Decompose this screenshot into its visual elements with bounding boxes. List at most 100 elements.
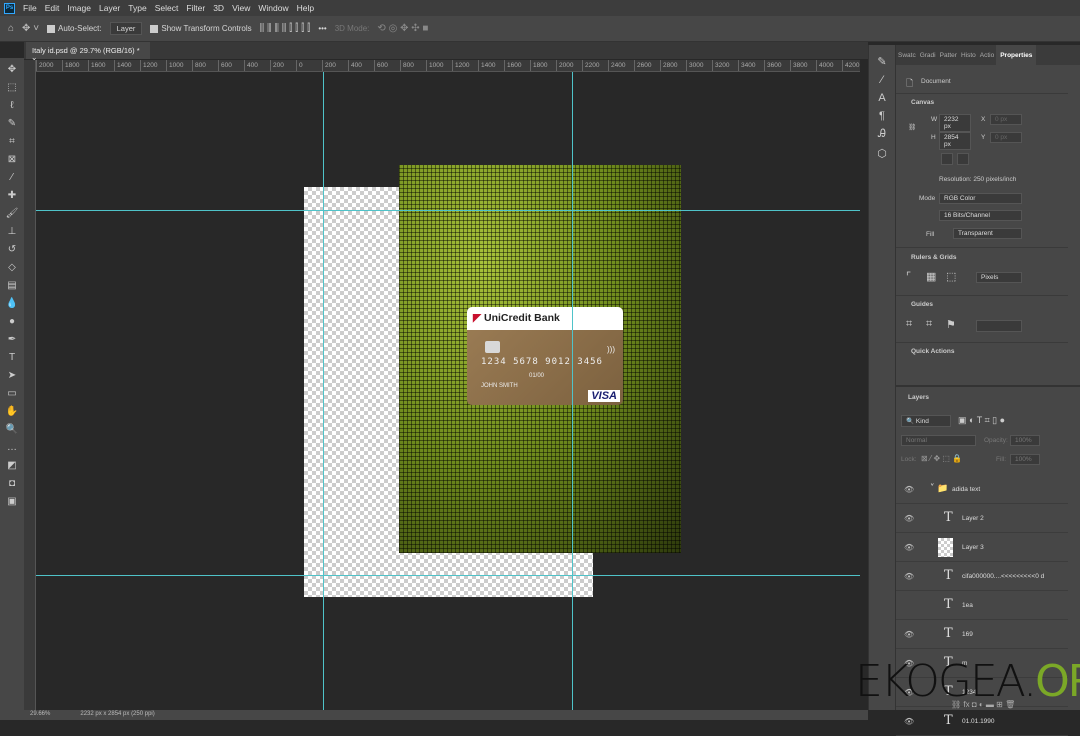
move-tool-icon[interactable]: ✥: [4, 62, 20, 78]
menu-window[interactable]: Window: [258, 3, 288, 13]
stamp-tool-icon[interactable]: ⊥: [4, 224, 20, 240]
auto-select-checkbox[interactable]: Auto-Select:: [47, 24, 102, 33]
layer-row[interactable]: 👁 T 01.01.1990: [896, 707, 1068, 736]
new-guide-icon[interactable]: ⚑: [946, 318, 956, 331]
visibility-eye-icon[interactable]: 👁: [904, 630, 914, 639]
menu-help[interactable]: Help: [297, 3, 314, 13]
zoom-tool-icon[interactable]: 🔍: [4, 422, 20, 438]
canvas-section[interactable]: Canvas: [901, 99, 944, 106]
align-icons[interactable]: ⫼ ⫼ ⫼ ⫼ ⫿ ⫿ ⫿ ⫿: [260, 23, 311, 34]
path-select-tool-icon[interactable]: ➤: [4, 368, 20, 384]
3d-tools-icons[interactable]: ⟲ ◎ ✥ ✣ ■: [377, 23, 428, 34]
filter-icons[interactable]: ▣ ◐ T ⌗ ▯ ●: [958, 415, 1005, 426]
zoom-level[interactable]: 29.66%: [30, 711, 50, 717]
layer-row[interactable]: 👁 Tcifa000000....<<<<<<<<<0 d: [896, 562, 1068, 591]
tab-swatches[interactable]: Swatc: [896, 45, 918, 65]
bit-depth-dropdown[interactable]: 16 Bits/Channel: [939, 210, 1022, 221]
home-icon[interactable]: ⌂: [8, 23, 14, 34]
menu-select[interactable]: Select: [155, 3, 179, 13]
smart-guides-icon[interactable]: ⌗: [926, 318, 932, 331]
more-tools-icon[interactable]: …: [4, 440, 20, 456]
guide-style-dropdown[interactable]: [976, 320, 1022, 332]
menu-type[interactable]: Type: [128, 3, 146, 13]
menu-layer[interactable]: Layer: [99, 3, 120, 13]
x-field[interactable]: 0 px: [990, 114, 1022, 125]
eyedropper-tool-icon[interactable]: ⁄: [4, 170, 20, 186]
3d-icon[interactable]: ⬡: [877, 147, 887, 160]
filter-kind-dropdown[interactable]: 🔍 Kind: [901, 415, 951, 427]
menu-view[interactable]: View: [232, 3, 250, 13]
layer-row[interactable]: T 1ea: [896, 591, 1068, 620]
quick-actions-section[interactable]: Quick Actions: [901, 348, 964, 355]
quick-select-tool-icon[interactable]: ✎: [4, 116, 20, 132]
brush-settings-icon[interactable]: ✎: [877, 55, 886, 68]
pixel-grid-icon[interactable]: ⬚: [946, 270, 956, 283]
layers-tab[interactable]: Layers: [898, 394, 939, 401]
y-field[interactable]: 0 px: [990, 132, 1022, 143]
auto-select-dropdown[interactable]: Layer: [109, 22, 143, 35]
show-transform-checkbox[interactable]: Show Transform Controls: [150, 24, 252, 33]
brushes-icon[interactable]: ⁄: [881, 74, 883, 86]
marquee-tool-icon[interactable]: ⬚: [4, 80, 20, 96]
visibility-eye-icon[interactable]: 👁: [904, 485, 914, 494]
tab-properties[interactable]: Properties: [996, 45, 1037, 65]
visibility-eye-icon[interactable]: 👁: [904, 717, 914, 726]
guide-toggle-icon[interactable]: ⌗: [906, 318, 912, 331]
crop-tool-icon[interactable]: ⌗: [4, 134, 20, 150]
tab-gradients[interactable]: Gradi: [918, 45, 938, 65]
lasso-tool-icon[interactable]: ℓ: [4, 98, 20, 114]
more-options-button[interactable]: •••: [318, 24, 326, 33]
height-field[interactable]: 2854 px: [939, 132, 971, 150]
visibility-eye-icon[interactable]: 👁: [904, 514, 914, 523]
tab-patterns[interactable]: Patter: [938, 45, 959, 65]
screen-mode-icon[interactable]: ▣: [4, 494, 20, 510]
mode-dropdown[interactable]: RGB Color: [939, 193, 1022, 204]
layer-row[interactable]: 👁 T 169: [896, 620, 1068, 649]
portrait-orientation-button[interactable]: [941, 153, 953, 165]
opacity-field[interactable]: 100%: [1010, 435, 1040, 446]
menu-file[interactable]: File: [23, 3, 37, 13]
ruler-toggle-icon[interactable]: ⌜: [906, 270, 911, 283]
tab-history[interactable]: Histo: [959, 45, 978, 65]
visibility-eye-icon[interactable]: 👁: [904, 572, 914, 581]
layer-row[interactable]: 👁 Layer 3: [896, 533, 1068, 562]
menu-filter[interactable]: Filter: [186, 3, 205, 13]
rectangle-tool-icon[interactable]: ▭: [4, 386, 20, 402]
link-icon[interactable]: ⛓: [908, 123, 916, 131]
document-tab[interactable]: Italy id.psd @ 29.7% (RGB/16) * ×: [26, 42, 150, 64]
units-dropdown[interactable]: Pixels: [976, 272, 1022, 283]
width-field[interactable]: 2232 px: [939, 114, 971, 132]
brush-tool-icon[interactable]: 🖌: [4, 206, 20, 222]
fill-dropdown[interactable]: Transparent: [953, 228, 1022, 239]
type-tool-icon[interactable]: T: [4, 350, 20, 366]
landscape-orientation-button[interactable]: [957, 153, 969, 165]
dodge-tool-icon[interactable]: ●: [4, 314, 20, 330]
frame-tool-icon[interactable]: ⊠: [4, 152, 20, 168]
history-brush-icon[interactable]: ↺: [4, 242, 20, 258]
menu-3d[interactable]: 3D: [213, 3, 224, 13]
paragraph-icon[interactable]: ¶: [879, 110, 885, 122]
healing-tool-icon[interactable]: ✚: [4, 188, 20, 204]
menu-edit[interactable]: Edit: [45, 3, 60, 13]
blend-mode-dropdown[interactable]: Normal: [901, 435, 976, 446]
color-swatches[interactable]: ◩: [4, 458, 20, 474]
blur-tool-icon[interactable]: 💧: [4, 296, 20, 312]
fill-field[interactable]: 100%: [1010, 454, 1040, 465]
gradient-tool-icon[interactable]: ▤: [4, 278, 20, 294]
guide-vertical[interactable]: [323, 72, 324, 710]
guides-section[interactable]: Guides: [901, 301, 943, 308]
rulers-grids-section[interactable]: Rulers & Grids: [901, 254, 967, 261]
visibility-eye-icon[interactable]: 👁: [904, 543, 914, 552]
layer-row[interactable]: 👁 ˅ 📁 adida text: [896, 475, 1068, 504]
hand-tool-icon[interactable]: ✋: [4, 404, 20, 420]
grid-toggle-icon[interactable]: ▦: [926, 270, 936, 283]
tab-actions[interactable]: Actio: [978, 45, 996, 65]
character-icon[interactable]: A: [878, 92, 885, 104]
eraser-tool-icon[interactable]: ◇: [4, 260, 20, 276]
guide-vertical[interactable]: [572, 72, 573, 710]
move-tool-icon[interactable]: ✥ ˅: [22, 23, 39, 34]
guide-horizontal[interactable]: [36, 575, 860, 576]
layer-row[interactable]: 👁 T Layer 2: [896, 504, 1068, 533]
quick-mask-icon[interactable]: ◘: [4, 476, 20, 492]
guide-horizontal[interactable]: [36, 210, 860, 211]
